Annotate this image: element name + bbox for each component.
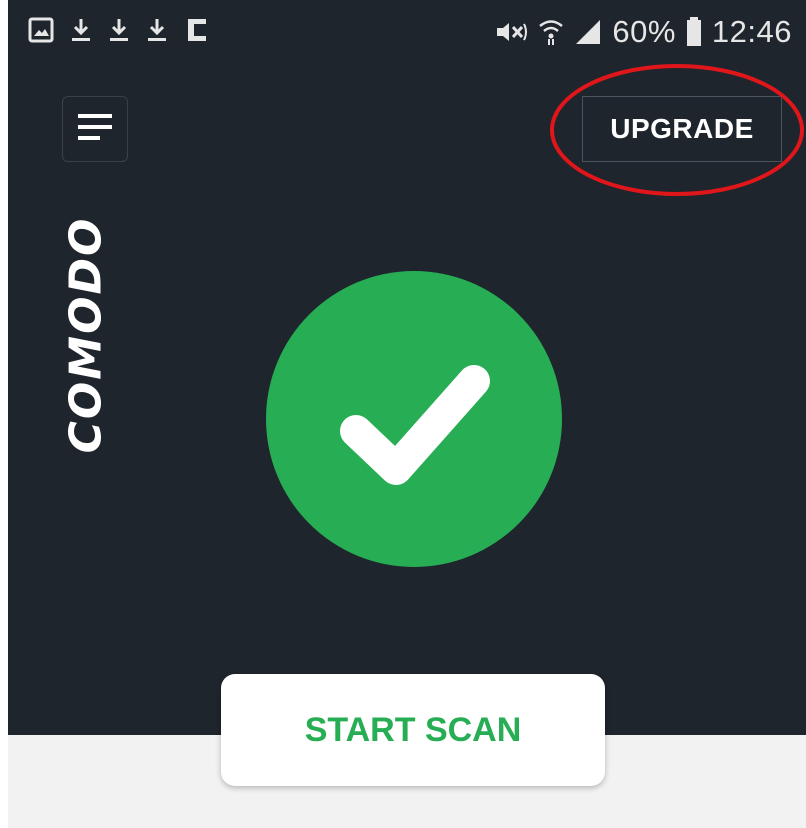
wifi-icon	[538, 18, 564, 46]
hamburger-menu-icon	[78, 112, 112, 147]
status-bar: 60% 12:46	[8, 0, 806, 64]
comodo-logo: COMODO	[60, 216, 112, 454]
signal-icon	[574, 18, 602, 46]
battery-percent: 60%	[612, 14, 676, 49]
battery-icon	[686, 17, 702, 47]
status-left	[28, 16, 208, 44]
protection-status-indicator	[266, 271, 562, 567]
download-icon	[108, 17, 130, 43]
upgrade-button[interactable]: UPGRADE	[582, 96, 782, 162]
c-icon	[184, 16, 208, 44]
mute-icon	[494, 18, 528, 46]
app-screen: 60% 12:46 UPGRADE COMODO START SCAN	[0, 0, 806, 828]
download-icon	[70, 17, 92, 43]
download-icon	[146, 17, 168, 43]
menu-button[interactable]	[62, 96, 128, 162]
status-right: 60% 12:46	[494, 14, 792, 50]
check-icon	[340, 365, 490, 485]
clock: 12:46	[711, 14, 792, 49]
gallery-icon	[28, 17, 54, 43]
start-scan-button[interactable]: START SCAN	[221, 674, 605, 786]
